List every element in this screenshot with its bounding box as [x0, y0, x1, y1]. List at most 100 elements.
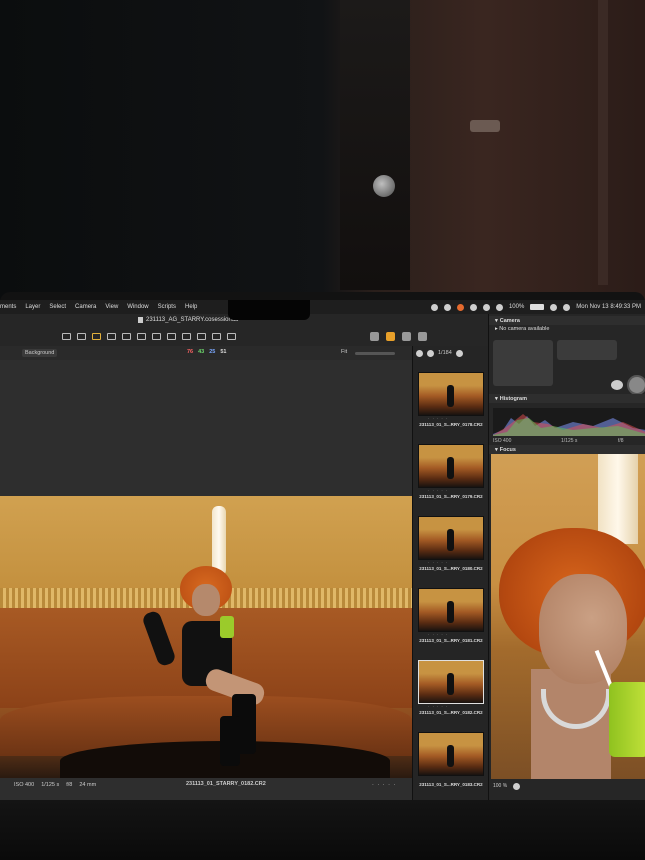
thumbnail-image[interactable] [418, 372, 484, 416]
menu-bar: ments Layer Select Camera View Window Sc… [0, 300, 645, 314]
focus-point-icon[interactable] [513, 782, 521, 790]
control-center-icon[interactable] [563, 303, 571, 311]
laptop-screen: ments Layer Select Camera View Window Sc… [0, 300, 645, 800]
image-viewer[interactable]: ISO 400 1/125 s f/8 24 mm 231113_01_STAR… [0, 360, 412, 800]
menu-clock[interactable]: Mon Nov 13 8:49:33 PM [576, 304, 641, 310]
capture-button[interactable] [627, 375, 645, 395]
camera-status: ▸ No camera available [495, 326, 549, 332]
status-icon[interactable] [469, 303, 477, 311]
thumbnail[interactable]: 231113_01_S...RRY_0183.CR2 [418, 732, 484, 787]
camera-section-header[interactable]: ▾ Camera [489, 316, 645, 325]
variant-dropdown[interactable]: Background [22, 349, 58, 357]
histogram-section-header[interactable]: ▾ Histogram [489, 394, 645, 403]
subject-face [192, 584, 220, 616]
search-icon[interactable] [550, 303, 558, 311]
rotate-tool-icon[interactable] [122, 333, 131, 340]
wifi-icon[interactable] [495, 303, 503, 311]
keystone-tool-icon[interactable] [137, 333, 146, 340]
thumbnail-image[interactable] [418, 732, 484, 776]
histogram-section-title: Histogram [499, 395, 527, 402]
search-icon[interactable] [455, 349, 463, 357]
battery-percent: 100% [508, 304, 525, 310]
focus-section-header[interactable]: ▾ Focus [489, 445, 645, 454]
thumbnail-selected[interactable]: · · · · · 231113_01_S...RRY_0182.CR2 [418, 660, 484, 715]
camera-status-text: No camera available [499, 326, 550, 332]
annotate-tool-icon[interactable] [212, 333, 221, 340]
status-icon[interactable] [443, 303, 451, 311]
exif-meta: ISO 400 1/125 s f/8 24 mm [14, 782, 96, 788]
sort-icon[interactable] [427, 349, 434, 357]
focus-preview[interactable] [491, 454, 645, 779]
thumbnail-image[interactable] [418, 588, 484, 632]
heal-tool-icon[interactable] [182, 333, 191, 340]
zoom-fit-label[interactable]: Fit [341, 349, 347, 355]
focus-drink-can [609, 682, 645, 757]
focus-zoom-level[interactable]: 100 % [493, 783, 507, 789]
thumbnail[interactable]: · · · · · 231113_01_S...RRY_0179.CR2 [418, 444, 484, 499]
exif-focal: 24 mm [79, 782, 97, 788]
menu-item-layer[interactable]: Layer [25, 304, 40, 310]
chevron-down-icon: ▾ [495, 317, 498, 324]
thumbnail-image[interactable] [418, 516, 484, 560]
document-title: 231113_AG_STARRY.cosessiondb [138, 317, 239, 323]
document-title-text: 231113_AG_STARRY.cosessiondb [146, 317, 239, 323]
select-tool-icon[interactable] [77, 333, 86, 340]
camera-controls [493, 340, 645, 400]
thumbnail[interactable]: · · · · · 231113_01_S...RRY_0180.CR2 [418, 516, 484, 571]
pan-tool-icon[interactable] [62, 333, 71, 340]
thumbnail[interactable]: · · · · · 231113_01_S...RRY_0178.CR2 [418, 372, 484, 427]
exif-aperture: f/8 [66, 782, 73, 788]
door-knob [373, 175, 395, 197]
view-mode-icon[interactable] [227, 333, 236, 340]
camera-icon[interactable] [611, 380, 623, 390]
apply-adjustments-icon[interactable] [386, 332, 395, 341]
focus-subject-face [539, 574, 627, 684]
readout-red: 76 [187, 349, 194, 355]
histo-shutter: 1/125 s [561, 438, 578, 444]
camera-section-title: Camera [499, 317, 520, 324]
thumbnail-name: 231113_01_S...RRY_0182.CR2 [419, 710, 483, 715]
menu-item-scripts[interactable]: Scripts [158, 304, 176, 310]
status-icon[interactable] [482, 303, 490, 311]
wall-mark [470, 120, 500, 132]
thumbnail-image[interactable] [418, 444, 484, 488]
viewer-rating[interactable]: · · · · · [372, 782, 396, 788]
menu-item-window[interactable]: Window [127, 304, 148, 310]
focus-wall-light [598, 454, 638, 544]
thumbnail-name: 231113_01_S...RRY_0180.CR2 [419, 566, 483, 571]
readout-green: 43 [198, 349, 205, 355]
tool-group [62, 333, 236, 340]
readout-luma: 51 [220, 349, 227, 355]
gradient-tool-icon[interactable] [167, 333, 176, 340]
thumbnail[interactable]: · · · · · 231113_01_S...RRY_0181.CR2 [418, 588, 484, 643]
menu-item-view[interactable]: View [105, 304, 118, 310]
menu-item-select[interactable]: Select [49, 304, 66, 310]
crop-tool-icon[interactable] [107, 333, 116, 340]
subject-drink-can [220, 616, 234, 638]
status-icon[interactable] [430, 303, 438, 311]
zoom-tool-icon[interactable] [92, 333, 101, 340]
capture-one-status-icon[interactable] [456, 303, 464, 311]
viewer-filename: 231113_01_STARRY_0182.CR2 [186, 781, 266, 787]
toolbar-right [370, 332, 427, 341]
menu-list: ments Layer Select Camera View Window Sc… [0, 304, 206, 310]
thumbnail-image[interactable] [418, 660, 484, 704]
wall-pillar [598, 0, 608, 285]
brush-tool-icon[interactable] [152, 333, 161, 340]
warning-icon[interactable] [418, 332, 427, 341]
zoom-slider[interactable] [355, 352, 395, 355]
picker-tool-icon[interactable] [197, 333, 206, 340]
thumbnail-name: 231113_01_S...RRY_0178.CR2 [419, 422, 483, 427]
main-photo[interactable] [0, 496, 412, 778]
eye-icon[interactable] [416, 349, 423, 357]
menu-item-elements[interactable]: ments [0, 304, 16, 310]
adjustment-readouts: 76 43 25 51 [187, 349, 227, 355]
status-area: 100% Mon Nov 13 8:49:33 PM [430, 300, 641, 314]
histogram-graph [493, 414, 645, 436]
menu-item-camera[interactable]: Camera [75, 304, 96, 310]
copy-adjustments-icon[interactable] [370, 332, 379, 341]
grid-icon[interactable] [402, 332, 411, 341]
menu-item-help[interactable]: Help [185, 304, 197, 310]
battery-icon[interactable] [530, 304, 545, 310]
exif-shutter: 1/125 s [41, 782, 60, 788]
